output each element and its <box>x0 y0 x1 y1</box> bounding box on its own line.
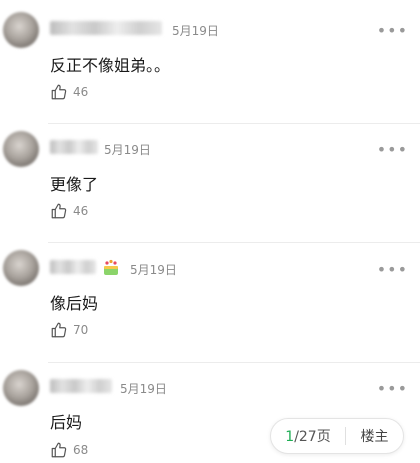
divider <box>48 123 420 124</box>
thumbs-up-icon <box>51 203 67 219</box>
username-blurred[interactable] <box>50 260 96 274</box>
more-dots-icon[interactable]: ••• <box>377 23 408 39</box>
page-indicator[interactable]: 1/27页 <box>271 426 345 446</box>
thumbs-up-icon <box>51 442 67 458</box>
divider <box>48 362 420 363</box>
like-count: 68 <box>73 443 89 457</box>
more-dots-icon[interactable]: ••• <box>377 262 408 278</box>
more-dots-icon[interactable]: ••• <box>377 381 408 397</box>
current-page: 1 <box>285 429 295 445</box>
avatar[interactable] <box>3 370 39 406</box>
thumbs-up-icon <box>51 322 67 338</box>
username-blurred[interactable] <box>50 140 98 154</box>
like-button[interactable]: 46 <box>50 83 88 101</box>
like-count: 46 <box>73 85 89 99</box>
avatar[interactable] <box>3 131 39 167</box>
cake-badge-icon <box>104 259 118 275</box>
like-button[interactable]: 70 <box>50 321 88 339</box>
page-navigator: 1/27页 楼主 <box>270 418 404 454</box>
comment-date: 5月19日 <box>172 24 219 38</box>
avatar[interactable] <box>3 250 39 286</box>
comment-date: 5月19日 <box>104 143 151 157</box>
comment-date: 5月19日 <box>130 263 177 277</box>
total-pages: /27页 <box>294 429 331 445</box>
comment-text: 更像了 <box>50 175 99 194</box>
op-only-button[interactable]: 楼主 <box>346 426 403 446</box>
comment-text: 后妈 <box>50 413 83 432</box>
username-blurred[interactable] <box>50 379 112 393</box>
comment-date: 5月19日 <box>120 382 167 396</box>
like-count: 70 <box>73 323 89 337</box>
comment-text: 像后妈 <box>50 294 99 313</box>
thumbs-up-icon <box>51 84 67 100</box>
divider <box>48 242 420 243</box>
like-button[interactable]: 46 <box>50 202 88 220</box>
username-blurred[interactable] <box>50 21 162 35</box>
avatar[interactable] <box>3 12 39 48</box>
like-count: 46 <box>73 204 89 218</box>
more-dots-icon[interactable]: ••• <box>377 142 408 158</box>
comment-text: 反正不像姐弟。。 <box>50 56 171 75</box>
like-button[interactable]: 68 <box>50 441 88 459</box>
